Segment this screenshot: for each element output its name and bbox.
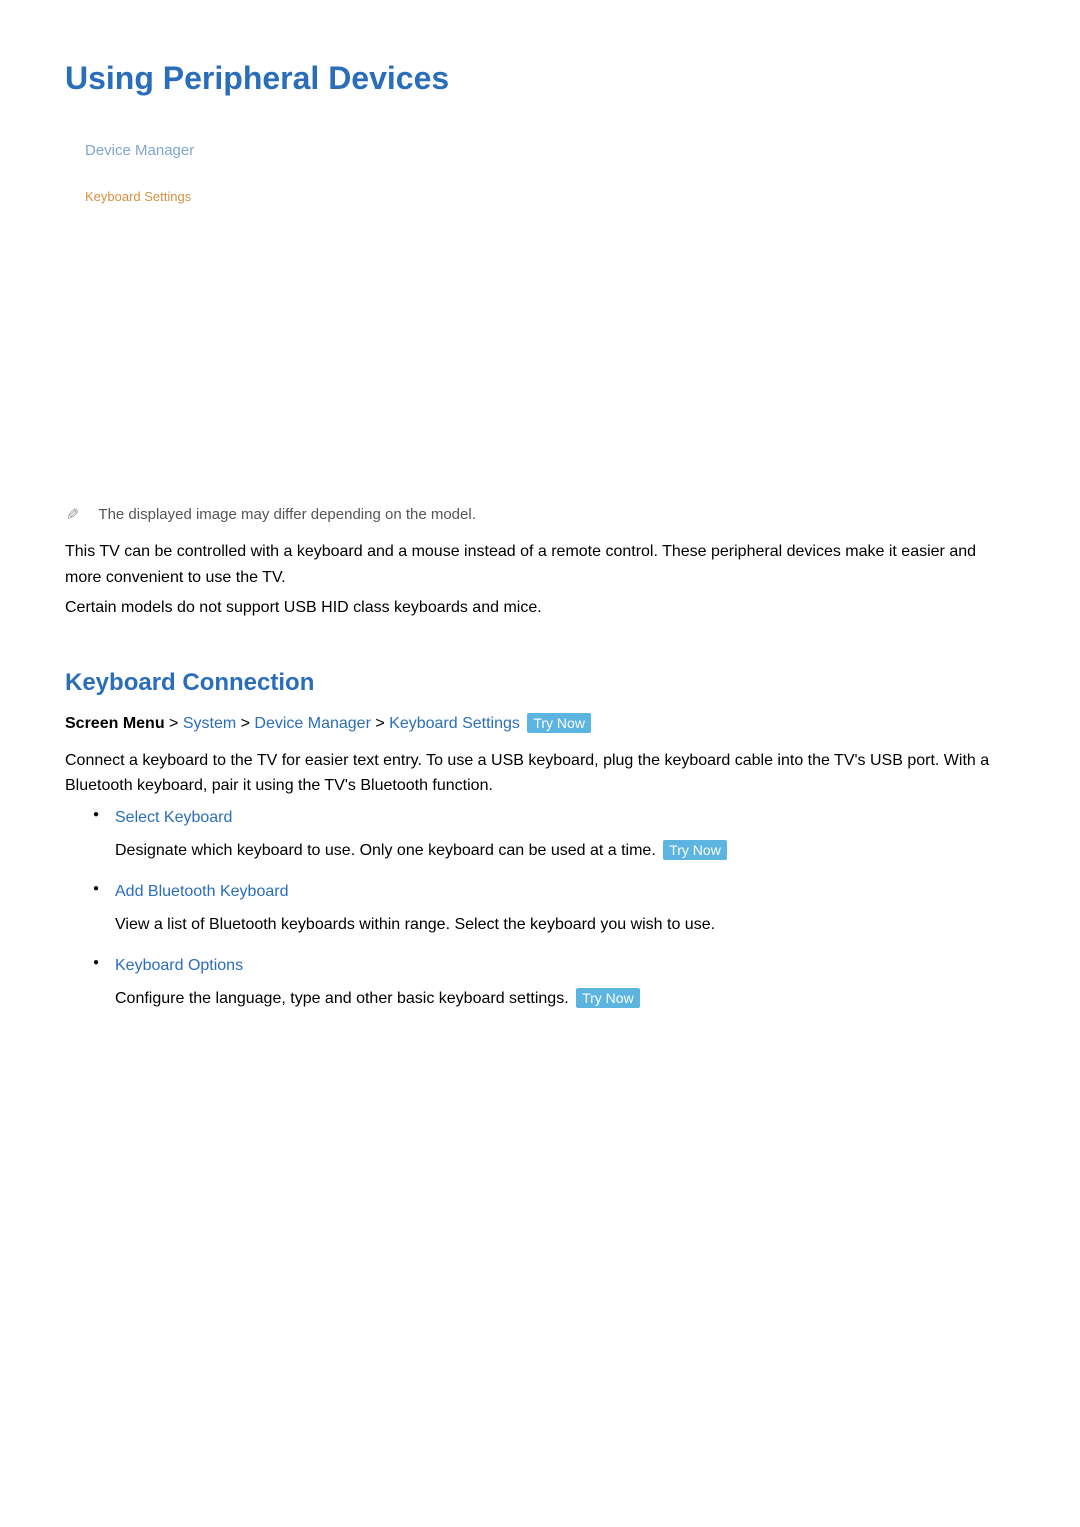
intro-paragraph-1: This TV can be controlled with a keyboar… xyxy=(65,539,1015,590)
option-desc-text-0: Designate which keyboard to use. Only on… xyxy=(115,842,656,859)
option-select-keyboard: Select Keyboard Designate which keyboard… xyxy=(65,809,1015,863)
breadcrumb-device-manager[interactable]: Device Manager xyxy=(254,715,371,732)
device-manager-label: Device Manager xyxy=(85,142,1015,159)
pencil-icon: ✎ xyxy=(62,507,82,520)
option-keyboard-options: Keyboard Options Configure the language,… xyxy=(65,957,1015,1011)
option-title-keyboard-options: Keyboard Options xyxy=(115,957,1015,975)
intro-paragraph-2: Certain models do not support USB HID cl… xyxy=(65,595,1015,621)
try-now-button-select[interactable]: Try Now xyxy=(663,840,727,860)
breadcrumb-prefix: Screen Menu xyxy=(65,715,165,732)
page-title: Using Peripheral Devices xyxy=(65,60,1015,97)
breadcrumb-system[interactable]: System xyxy=(183,715,236,732)
try-now-button[interactable]: Try Now xyxy=(527,713,591,733)
breadcrumb: Screen Menu > System > Device Manager > … xyxy=(65,715,1015,733)
option-list: Select Keyboard Designate which keyboard… xyxy=(65,809,1015,1011)
keyboard-settings-label: Keyboard Settings xyxy=(85,189,1015,204)
option-desc-select-keyboard: Designate which keyboard to use. Only on… xyxy=(115,839,1015,863)
option-desc-text-1: View a list of Bluetooth keyboards withi… xyxy=(115,916,715,933)
section-intro: Connect a keyboard to the TV for easier … xyxy=(65,748,1015,799)
breadcrumb-sep-1: > xyxy=(236,715,254,732)
option-desc-text-2: Configure the language, type and other b… xyxy=(115,990,569,1007)
breadcrumb-sep-0: > xyxy=(165,715,183,732)
option-add-bluetooth-keyboard: Add Bluetooth Keyboard View a list of Bl… xyxy=(65,883,1015,937)
option-title-select-keyboard: Select Keyboard xyxy=(115,809,1015,827)
image-note-row: ✎ The displayed image may differ dependi… xyxy=(65,504,1015,524)
option-desc-add-bluetooth: View a list of Bluetooth keyboards withi… xyxy=(115,913,1015,937)
section-title: Keyboard Connection xyxy=(65,669,1015,697)
option-title-add-bluetooth: Add Bluetooth Keyboard xyxy=(115,883,1015,901)
device-manager-box: Device Manager Keyboard Settings xyxy=(85,142,1015,204)
option-desc-keyboard-options: Configure the language, type and other b… xyxy=(115,987,1015,1011)
try-now-button-options[interactable]: Try Now xyxy=(576,988,640,1008)
image-note-text: The displayed image may differ depending… xyxy=(98,506,475,523)
breadcrumb-sep-2: > xyxy=(371,715,389,732)
breadcrumb-keyboard-settings[interactable]: Keyboard Settings xyxy=(389,715,520,732)
